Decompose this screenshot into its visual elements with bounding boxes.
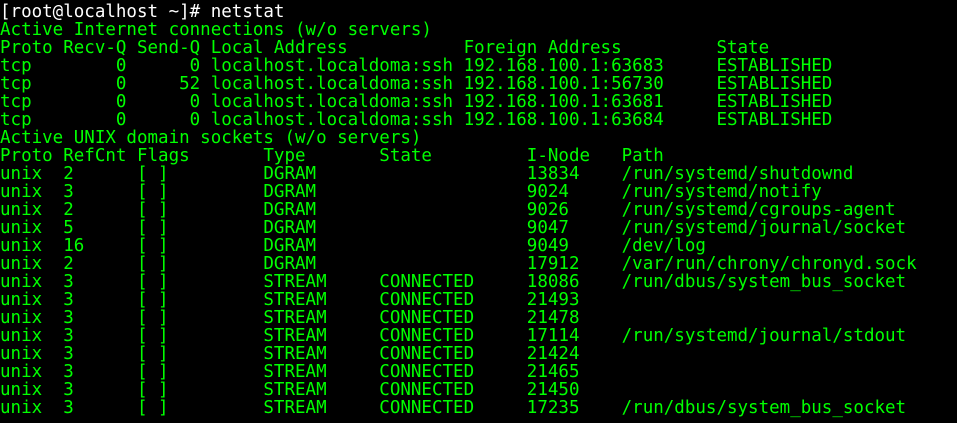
output-line: unix 3 [ ] STREAM CONNECTED 21478 bbox=[0, 308, 622, 328]
output-line: unix 5 [ ] DGRAM 9047 /run/systemd/journ… bbox=[0, 218, 907, 238]
output-line: unix 2 [ ] DGRAM 13834 /run/systemd/shut… bbox=[0, 164, 854, 184]
output-line: unix 3 [ ] STREAM CONNECTED 21450 bbox=[0, 380, 622, 400]
output-line: tcp 0 0 localhost.localdoma:ssh 192.168.… bbox=[0, 92, 833, 112]
output-line: unix 3 [ ] STREAM CONNECTED 21465 bbox=[0, 362, 622, 382]
output-line: unix 3 [ ] STREAM CONNECTED 18086 /run/d… bbox=[0, 272, 907, 292]
output-line: Active UNIX domain sockets (w/o servers) bbox=[0, 128, 422, 148]
output-line: unix 3 [ ] DGRAM 9024 /run/systemd/notif… bbox=[0, 182, 822, 202]
output-line: Proto RefCnt Flags Type State I-Node Pat… bbox=[0, 146, 664, 166]
command-line: [root@localhost ~]# netstat bbox=[0, 3, 957, 21]
output-line: unix 2 [ ] DGRAM 9026 /run/systemd/cgrou… bbox=[0, 200, 896, 220]
output-line: unix 3 [ ] STREAM CONNECTED 17114 /run/s… bbox=[0, 326, 907, 346]
output-line: tcp 0 52 localhost.localdoma:ssh 192.168… bbox=[0, 74, 833, 94]
output-line: unix 16 [ ] DGRAM 9049 /dev/log bbox=[0, 236, 706, 256]
output-line: Active Internet connections (w/o servers… bbox=[0, 20, 432, 40]
output-line: unix 3 [ ] STREAM CONNECTED 21424 bbox=[0, 344, 622, 364]
terminal-window[interactable]: [root@localhost ~]# netstat Active Inter… bbox=[0, 3, 957, 423]
output-line: tcp 0 0 localhost.localdoma:ssh 192.168.… bbox=[0, 110, 833, 130]
command-output: Active Internet connections (w/o servers… bbox=[0, 21, 957, 417]
output-line: Proto Recv-Q Send-Q Local Address Foreig… bbox=[0, 38, 770, 58]
output-line: unix 3 [ ] STREAM CONNECTED 17235 /run/d… bbox=[0, 398, 907, 418]
output-line: unix 3 [ ] STREAM CONNECTED 21493 bbox=[0, 290, 622, 310]
output-line: tcp 0 0 localhost.localdoma:ssh 192.168.… bbox=[0, 56, 833, 76]
output-line: unix 2 [ ] DGRAM 17912 /var/run/chrony/c… bbox=[0, 254, 917, 274]
